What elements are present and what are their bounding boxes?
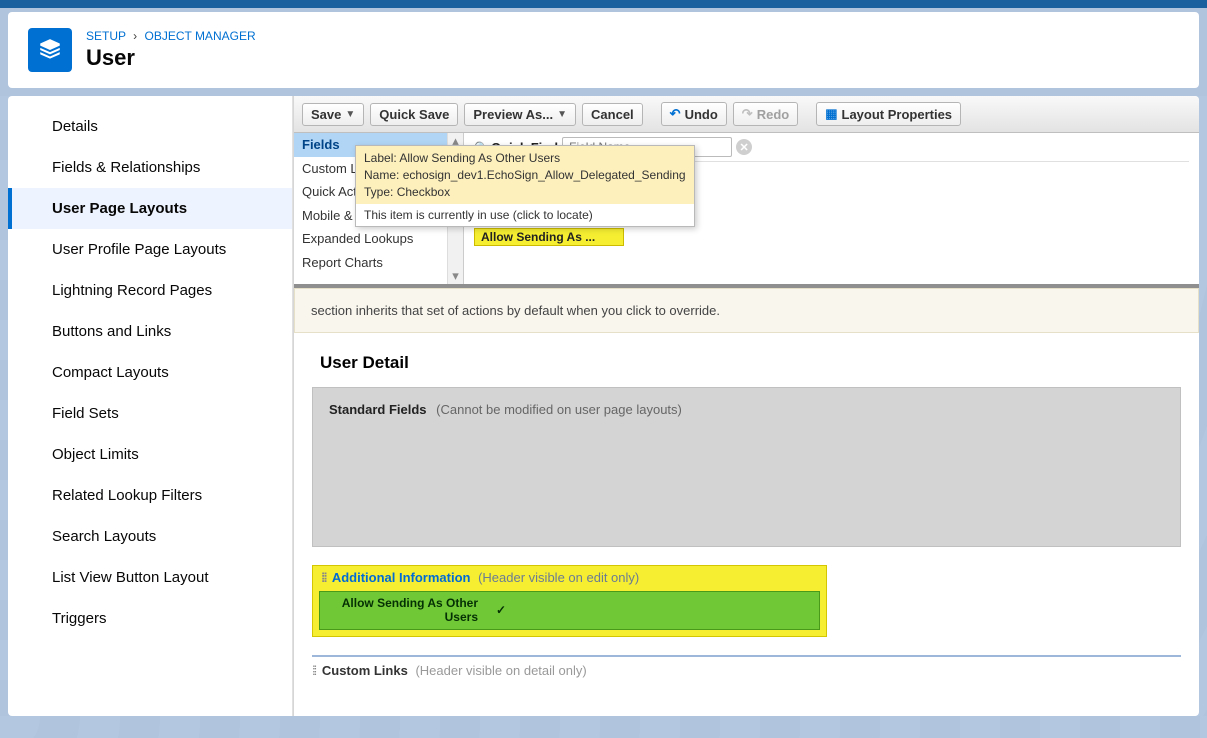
undo-button[interactable]: Undo [661, 102, 727, 126]
user-detail-title: User Detail [320, 353, 1181, 373]
object-icon [28, 28, 72, 72]
sidebar-item-related-lookup-filters[interactable]: Related Lookup Filters [8, 475, 292, 516]
object-name: User [86, 45, 256, 71]
preview-as-button[interactable]: Preview As...▼ [464, 103, 576, 126]
tooltip-name: echosign_dev1.EchoSign_Allow_Delegated_S… [403, 168, 686, 182]
quick-save-button[interactable]: Quick Save [370, 103, 458, 126]
cancel-button[interactable]: Cancel [582, 103, 643, 126]
sidebar-item-user-profile-page-layouts[interactable]: User Profile Page Layouts [8, 229, 292, 270]
sidebar-item-lightning-record-pages[interactable]: Lightning Record Pages [8, 270, 292, 311]
palette-item-allow-sending[interactable]: Allow Sending As ... [474, 228, 624, 246]
redo-button[interactable]: Redo [733, 102, 798, 126]
layout-properties-button[interactable]: Layout Properties [816, 102, 961, 126]
palette-cat-report-charts[interactable]: Report Charts [294, 251, 463, 275]
sidebar-item-user-page-layouts[interactable]: User Page Layouts [8, 188, 292, 229]
additional-section-subtitle: (Header visible on edit only) [478, 570, 639, 585]
breadcrumb-setup[interactable]: SETUP [86, 29, 126, 43]
drag-grip-icon[interactable]: ⁞⁞ [321, 570, 326, 585]
save-button[interactable]: Save▼ [302, 103, 364, 126]
sidebar-item-list-view-button-layout[interactable]: List View Button Layout [8, 557, 292, 598]
tooltip-note: This item is currently in use (click to … [356, 204, 694, 226]
sidebar-item-field-sets[interactable]: Field Sets [8, 393, 292, 434]
scroll-down-icon[interactable]: ▾ [452, 268, 459, 284]
tooltip-label: Allow Sending As Other Users [399, 151, 560, 165]
field-tooltip[interactable]: Label: Allow Sending As Other Users Name… [355, 145, 695, 227]
breadcrumb: SETUP › OBJECT MANAGER [86, 29, 256, 43]
custom-links-section[interactable]: ⁞⁞ Custom Links (Header visible on detai… [312, 655, 1181, 678]
sidebar-item-compact-layouts[interactable]: Compact Layouts [8, 352, 292, 393]
sidebar-item-object-limits[interactable]: Object Limits [8, 434, 292, 475]
override-note: section inherits that set of actions by … [294, 288, 1199, 333]
additional-information-section[interactable]: ⁞⁞ Additional Information (Header visibl… [312, 565, 827, 637]
sidebar-item-buttons-and-links[interactable]: Buttons and Links [8, 311, 292, 352]
sidebar-item-fields-relationships[interactable]: Fields & Relationships [8, 147, 292, 188]
tooltip-type: Checkbox [397, 185, 450, 199]
page-header: SETUP › OBJECT MANAGER User [8, 12, 1199, 88]
sidebar-item-triggers[interactable]: Triggers [8, 598, 292, 639]
clear-search-icon[interactable]: ✕ [736, 139, 752, 155]
layout-editor: Save▼ Quick Save Preview As...▼ Cancel U… [293, 96, 1199, 716]
sidebar-item-details[interactable]: Details [8, 106, 292, 147]
field-allow-sending-as-other-users[interactable]: Allow Sending As Other Users ✓ [319, 591, 820, 630]
editor-toolbar: Save▼ Quick Save Preview As...▼ Cancel U… [294, 96, 1199, 133]
sidebar: Details Fields & Relationships User Page… [8, 96, 293, 716]
standard-fields-section: Standard Fields (Cannot be modified on u… [312, 387, 1181, 547]
additional-section-title: Additional Information [332, 570, 471, 585]
palette-cat-expanded-lookups[interactable]: Expanded Lookups [294, 227, 463, 251]
breadcrumb-object-manager[interactable]: OBJECT MANAGER [144, 29, 255, 43]
drag-grip-icon[interactable]: ⁞⁞ [312, 663, 315, 678]
sidebar-item-search-layouts[interactable]: Search Layouts [8, 516, 292, 557]
checkmark-icon: ✓ [496, 603, 506, 617]
